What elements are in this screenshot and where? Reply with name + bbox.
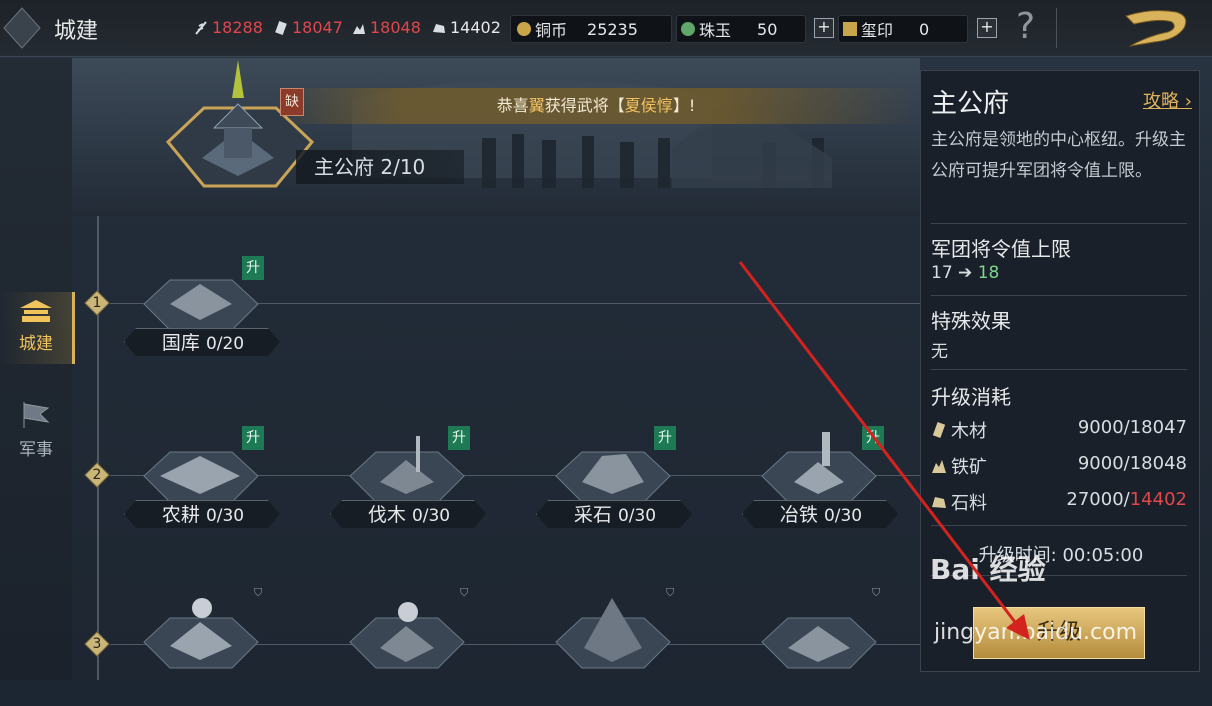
building-farm[interactable]: 农耕 0/30 [124,426,290,546]
cost-row-stone: 石料 27000/14402 [931,489,1187,515]
food-icon [194,20,208,36]
building-tier3-3[interactable] [552,586,702,706]
watermark-url: jingyan.baidu.com [934,620,1138,645]
resource-iron: 18048 [352,18,421,37]
nav-city-build[interactable]: 城建 [0,292,75,364]
divider [1056,8,1057,48]
divider [931,369,1187,370]
guide-link[interactable]: 攻略 › [1143,87,1192,113]
lock-icon: ⛉ [460,586,469,599]
lock-icon: ⛉ [254,586,263,599]
help-button[interactable]: ? [1016,6,1035,47]
building-icon [143,598,259,669]
effect-value: 无 [931,342,948,362]
divider [931,525,1187,526]
jade-icon [681,22,695,36]
panel-description: 主公府是领地的中心枢纽。升级主公府可提升军团将令值上限。 [931,130,1186,181]
copper-display: 铜币 25235 [510,15,672,43]
building-tier3-4[interactable] [758,586,908,706]
dragon-back-icon[interactable] [1120,6,1192,52]
palace-icon [20,300,52,322]
resource-stone: 14402 [432,18,501,37]
building-treasury[interactable]: 国库 0/20 [124,254,290,374]
building-label: 采石 0/30 [536,500,692,528]
cost-heading: 升级消耗 [931,385,1011,409]
tier-2-marker: 2 [84,462,110,488]
main-mansion-label[interactable]: 主公府 2/10 [296,150,464,184]
building-icon [761,617,877,669]
building-quarry[interactable]: 采石 0/30 [536,426,702,546]
stone-icon [932,497,946,508]
stone-icon [432,20,446,36]
flag-icon [23,402,50,428]
building-icon [555,598,671,669]
building-label: 冶铁 0/30 [742,500,898,528]
add-seal-button[interactable]: + [977,18,997,38]
resource-food: 18288 [194,18,263,37]
lack-badge: 缺 [280,88,304,116]
seal-icon [843,22,857,36]
building-label: 国库 0/20 [124,328,280,356]
upgrade-badge: 升 [654,426,676,450]
wood-icon [274,20,288,36]
panel-title: 主公府 [931,89,1010,119]
top-bar: 城建 18288 18047 18048 14402 铜币 25235 珠玉 5… [0,0,1212,57]
lock-icon: ⛉ [666,586,675,599]
watermark-logo: Bai 经验 [930,553,1046,586]
upgrade-badge: 升 [242,256,264,280]
building-smelter[interactable]: 冶铁 0/30 [742,426,908,546]
page-title: 城建 [54,19,99,44]
building-lumber[interactable]: 伐木 0/30 [330,426,496,546]
upgrade-badge: 升 [242,426,264,450]
building-tier3-2[interactable] [346,586,496,706]
cost-row-wood: 木材 9000/18047 [931,417,1187,443]
emblem-icon [3,7,41,49]
iron-icon [352,20,366,36]
building-icon [349,602,465,669]
smelter-icon [761,432,877,503]
tier-1-marker: 1 [84,290,110,316]
copper-coin-icon [517,22,531,36]
notice-banner: 恭喜翼获得武将【夏侯惇】! [276,88,916,124]
divider [931,223,1187,224]
upgrade-badge: 升 [448,426,470,450]
tier-line [97,216,99,680]
wood-icon [932,422,946,438]
cap-value: 17 ➔ 18 [931,263,1000,283]
lock-icon: ⛉ [872,586,881,599]
upgrade-badge: 升 [862,426,884,450]
effect-heading: 特殊效果 [931,309,1011,333]
left-nav: 城建 军事 [0,58,75,680]
resource-wood: 18047 [274,18,343,37]
add-jade-button[interactable]: + [814,18,834,38]
building-label: 农耕 0/30 [124,500,280,528]
divider [931,295,1187,296]
building-label: 伐木 0/30 [330,500,486,528]
main-mansion-building[interactable] [158,58,318,188]
nav-military[interactable]: 军事 [0,398,72,470]
iron-icon [932,460,946,473]
seal-display: 玺印 0 [838,15,968,43]
building-tier3-1[interactable] [140,586,290,706]
cap-heading: 军团将令值上限 [931,237,1071,261]
jade-display: 珠玉 50 [676,15,806,43]
cost-row-iron: 铁矿 9000/18048 [931,453,1187,479]
tier-3-marker: 3 [84,631,110,657]
